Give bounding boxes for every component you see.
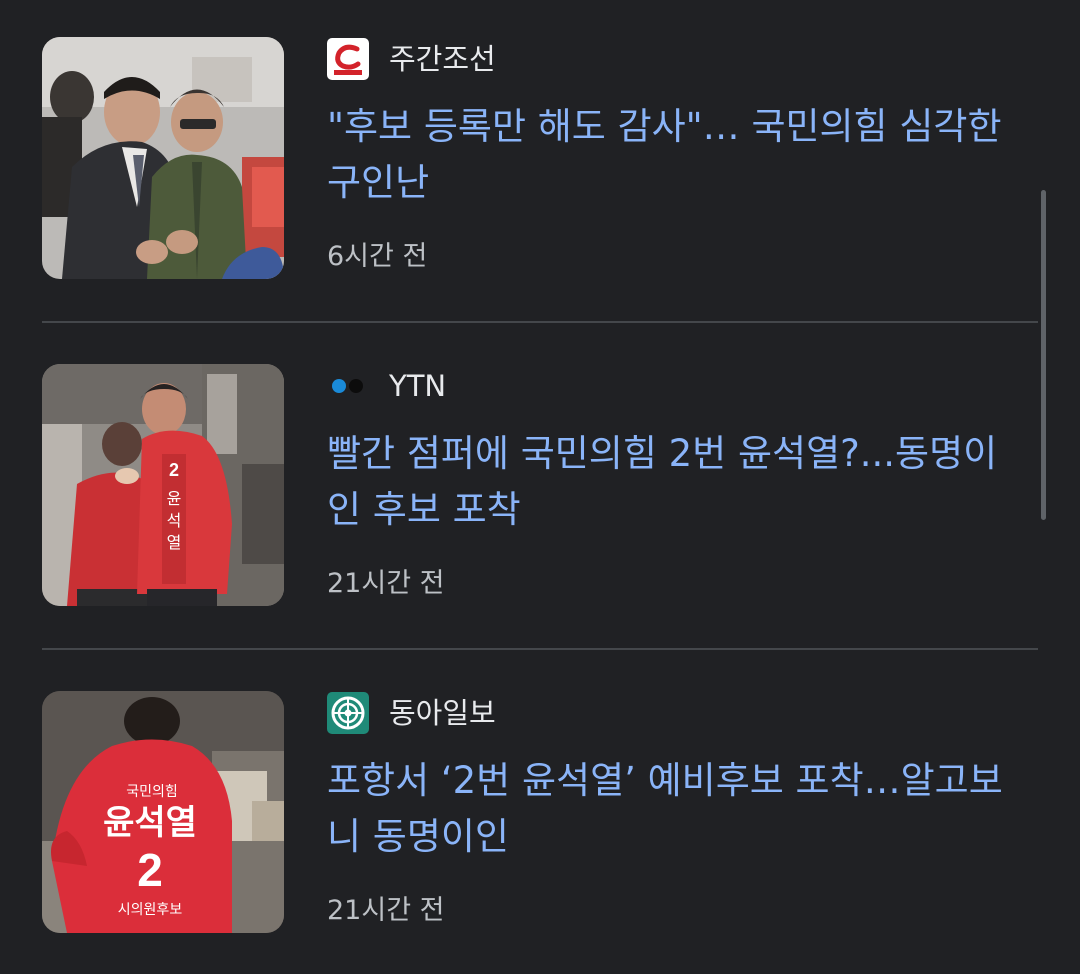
divider	[42, 321, 1038, 323]
source-name: 동아일보	[389, 696, 496, 730]
article-headline[interactable]: "후보 등록만 해도 감사"… 국민의힘 심각한 구인난	[327, 99, 1027, 211]
article-thumbnail[interactable]: 2 윤 석 열	[42, 364, 284, 606]
published-time: 6시간 전	[327, 241, 428, 272]
article-card[interactable]: 주간조선 "후보 등록만 해도 감사"… 국민의힘 심각한 구인난 6시간 전	[42, 37, 1038, 279]
article-thumbnail[interactable]	[42, 37, 284, 279]
source-row: 동아일보	[327, 691, 496, 735]
published-time: 21시간 전	[327, 895, 445, 926]
article-headline[interactable]: 포항서 ‘2번 윤석열’ 예비후보 포착…알고보니 동명이인	[327, 753, 1027, 865]
ytn-logo-icon	[327, 365, 369, 407]
jugan-chosun-logo-icon	[327, 38, 369, 80]
article-thumbnail[interactable]: 국민의힘 윤석열 2 시의원후보	[42, 691, 284, 933]
published-time: 21시간 전	[327, 568, 445, 599]
source-row: YTN	[327, 364, 446, 408]
article-card[interactable]: 2 윤 석 열 YTN 빨간 점퍼에 국민의힘 2번 윤석열?...동명이인 후…	[42, 364, 1038, 606]
jacket-number-text: 2	[137, 844, 163, 896]
svg-text:열: 열	[167, 533, 182, 552]
donga-ilbo-logo-icon	[327, 692, 369, 734]
divider	[42, 648, 1038, 650]
source-row: 주간조선	[327, 37, 496, 81]
jacket-party-text: 국민의힘	[126, 784, 178, 800]
article-card[interactable]: 국민의힘 윤석열 2 시의원후보 동아일보 포항서 ‘2번 윤석열’ 예비후보 …	[42, 691, 1038, 933]
news-feed: 주간조선 "후보 등록만 해도 감사"… 국민의힘 심각한 구인난 6시간 전	[0, 0, 1080, 974]
svg-text:석: 석	[167, 511, 182, 530]
source-name: YTN	[389, 369, 447, 403]
jacket-role-text: 시의원후보	[118, 902, 183, 918]
jacket-name-text: 윤석열	[103, 803, 197, 843]
svg-text:윤: 윤	[167, 489, 182, 508]
thumbnail-photo-icon: 2 윤 석 열	[42, 364, 284, 606]
svg-text:2: 2	[169, 460, 179, 480]
thumbnail-photo-icon: 국민의힘 윤석열 2 시의원후보	[42, 691, 284, 933]
source-name: 주간조선	[389, 42, 496, 76]
thumbnail-photo-icon	[42, 37, 284, 279]
article-headline[interactable]: 빨간 점퍼에 국민의힘 2번 윤석열?...동명이인 후보 포착	[327, 426, 1027, 538]
scrollbar[interactable]	[1041, 190, 1046, 520]
